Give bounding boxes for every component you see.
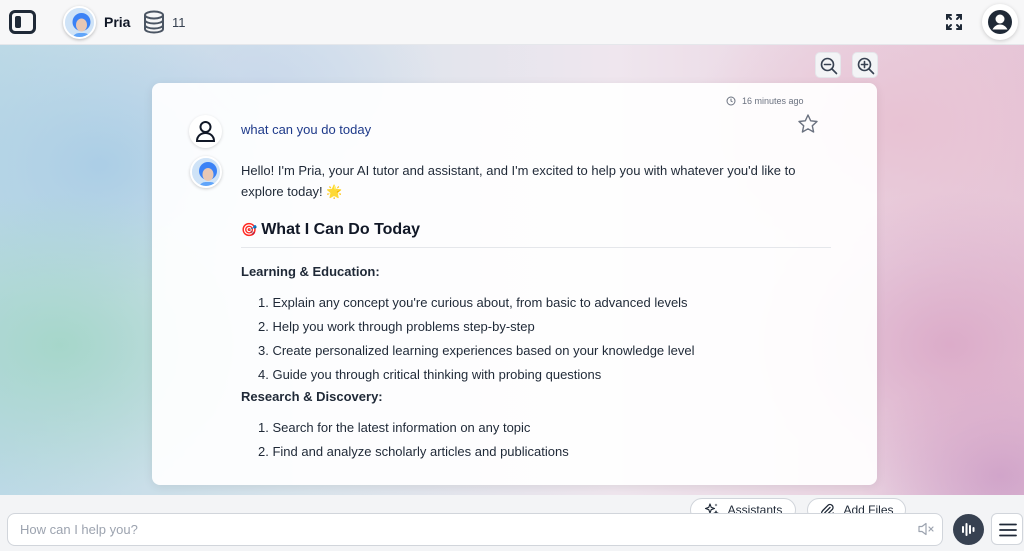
zoom-in-icon	[857, 57, 875, 75]
user-circle-icon	[988, 10, 1012, 34]
star-icon[interactable]	[797, 113, 819, 135]
list-item: 2. Help you work through problems step-b…	[258, 319, 535, 334]
target-emoji: 🎯	[241, 222, 258, 237]
user-icon	[195, 121, 216, 142]
sidebar-toggle-icon[interactable]	[9, 10, 36, 34]
reply-heading-text: What I Can Do Today	[261, 221, 420, 238]
assistant-message-avatar	[190, 156, 222, 188]
section-title: Research & Discovery:	[241, 389, 383, 404]
list-item: 1. Search for the latest information on …	[258, 420, 531, 435]
speaker-mute-icon[interactable]	[917, 521, 935, 537]
assistant-avatar[interactable]	[63, 6, 96, 39]
section-title: Learning & Education:	[241, 264, 380, 279]
database-icon	[144, 10, 164, 34]
message-timestamp: 16 minutes ago	[726, 96, 804, 106]
list-item: 2. Find and analyze scholarly articles a…	[258, 444, 569, 459]
waveform-icon	[962, 523, 975, 536]
top-bar: Pria 11	[0, 0, 1024, 45]
reply-heading: 🎯 What I Can Do Today	[241, 219, 831, 248]
section-list: 1. Search for the latest information on …	[241, 417, 831, 465]
user-message: what can you do today	[241, 122, 372, 137]
user-avatar	[189, 115, 222, 148]
account-button[interactable]	[982, 4, 1018, 40]
list-item: 4. Guide you through critical thinking w…	[258, 367, 602, 382]
reply-intro: Hello! I'm Pria, your AI tutor and assis…	[241, 163, 796, 199]
expand-icon[interactable]	[944, 12, 964, 32]
zoom-in-button[interactable]	[852, 52, 878, 78]
section-list: 1. Explain any concept you're curious ab…	[241, 292, 831, 388]
menu-button[interactable]	[991, 513, 1023, 545]
chat-input[interactable]	[7, 513, 943, 546]
list-item: 1. Explain any concept you're curious ab…	[258, 295, 688, 310]
list-item: 3. Create personalized learning experien…	[258, 343, 695, 358]
timestamp-text: 16 minutes ago	[742, 96, 804, 106]
hamburger-icon	[999, 523, 1017, 537]
zoom-out-button[interactable]	[815, 52, 841, 78]
credits-count: 11	[172, 15, 186, 30]
assistant-reply: Hello! I'm Pria, your AI tutor and assis…	[241, 160, 831, 465]
voice-input-button[interactable]	[953, 514, 984, 545]
conversation-card: 16 minutes ago what can you do today Hel…	[152, 83, 877, 485]
assistant-name: Pria	[104, 14, 131, 30]
zoom-out-icon	[820, 57, 838, 75]
clock-icon	[726, 96, 736, 106]
